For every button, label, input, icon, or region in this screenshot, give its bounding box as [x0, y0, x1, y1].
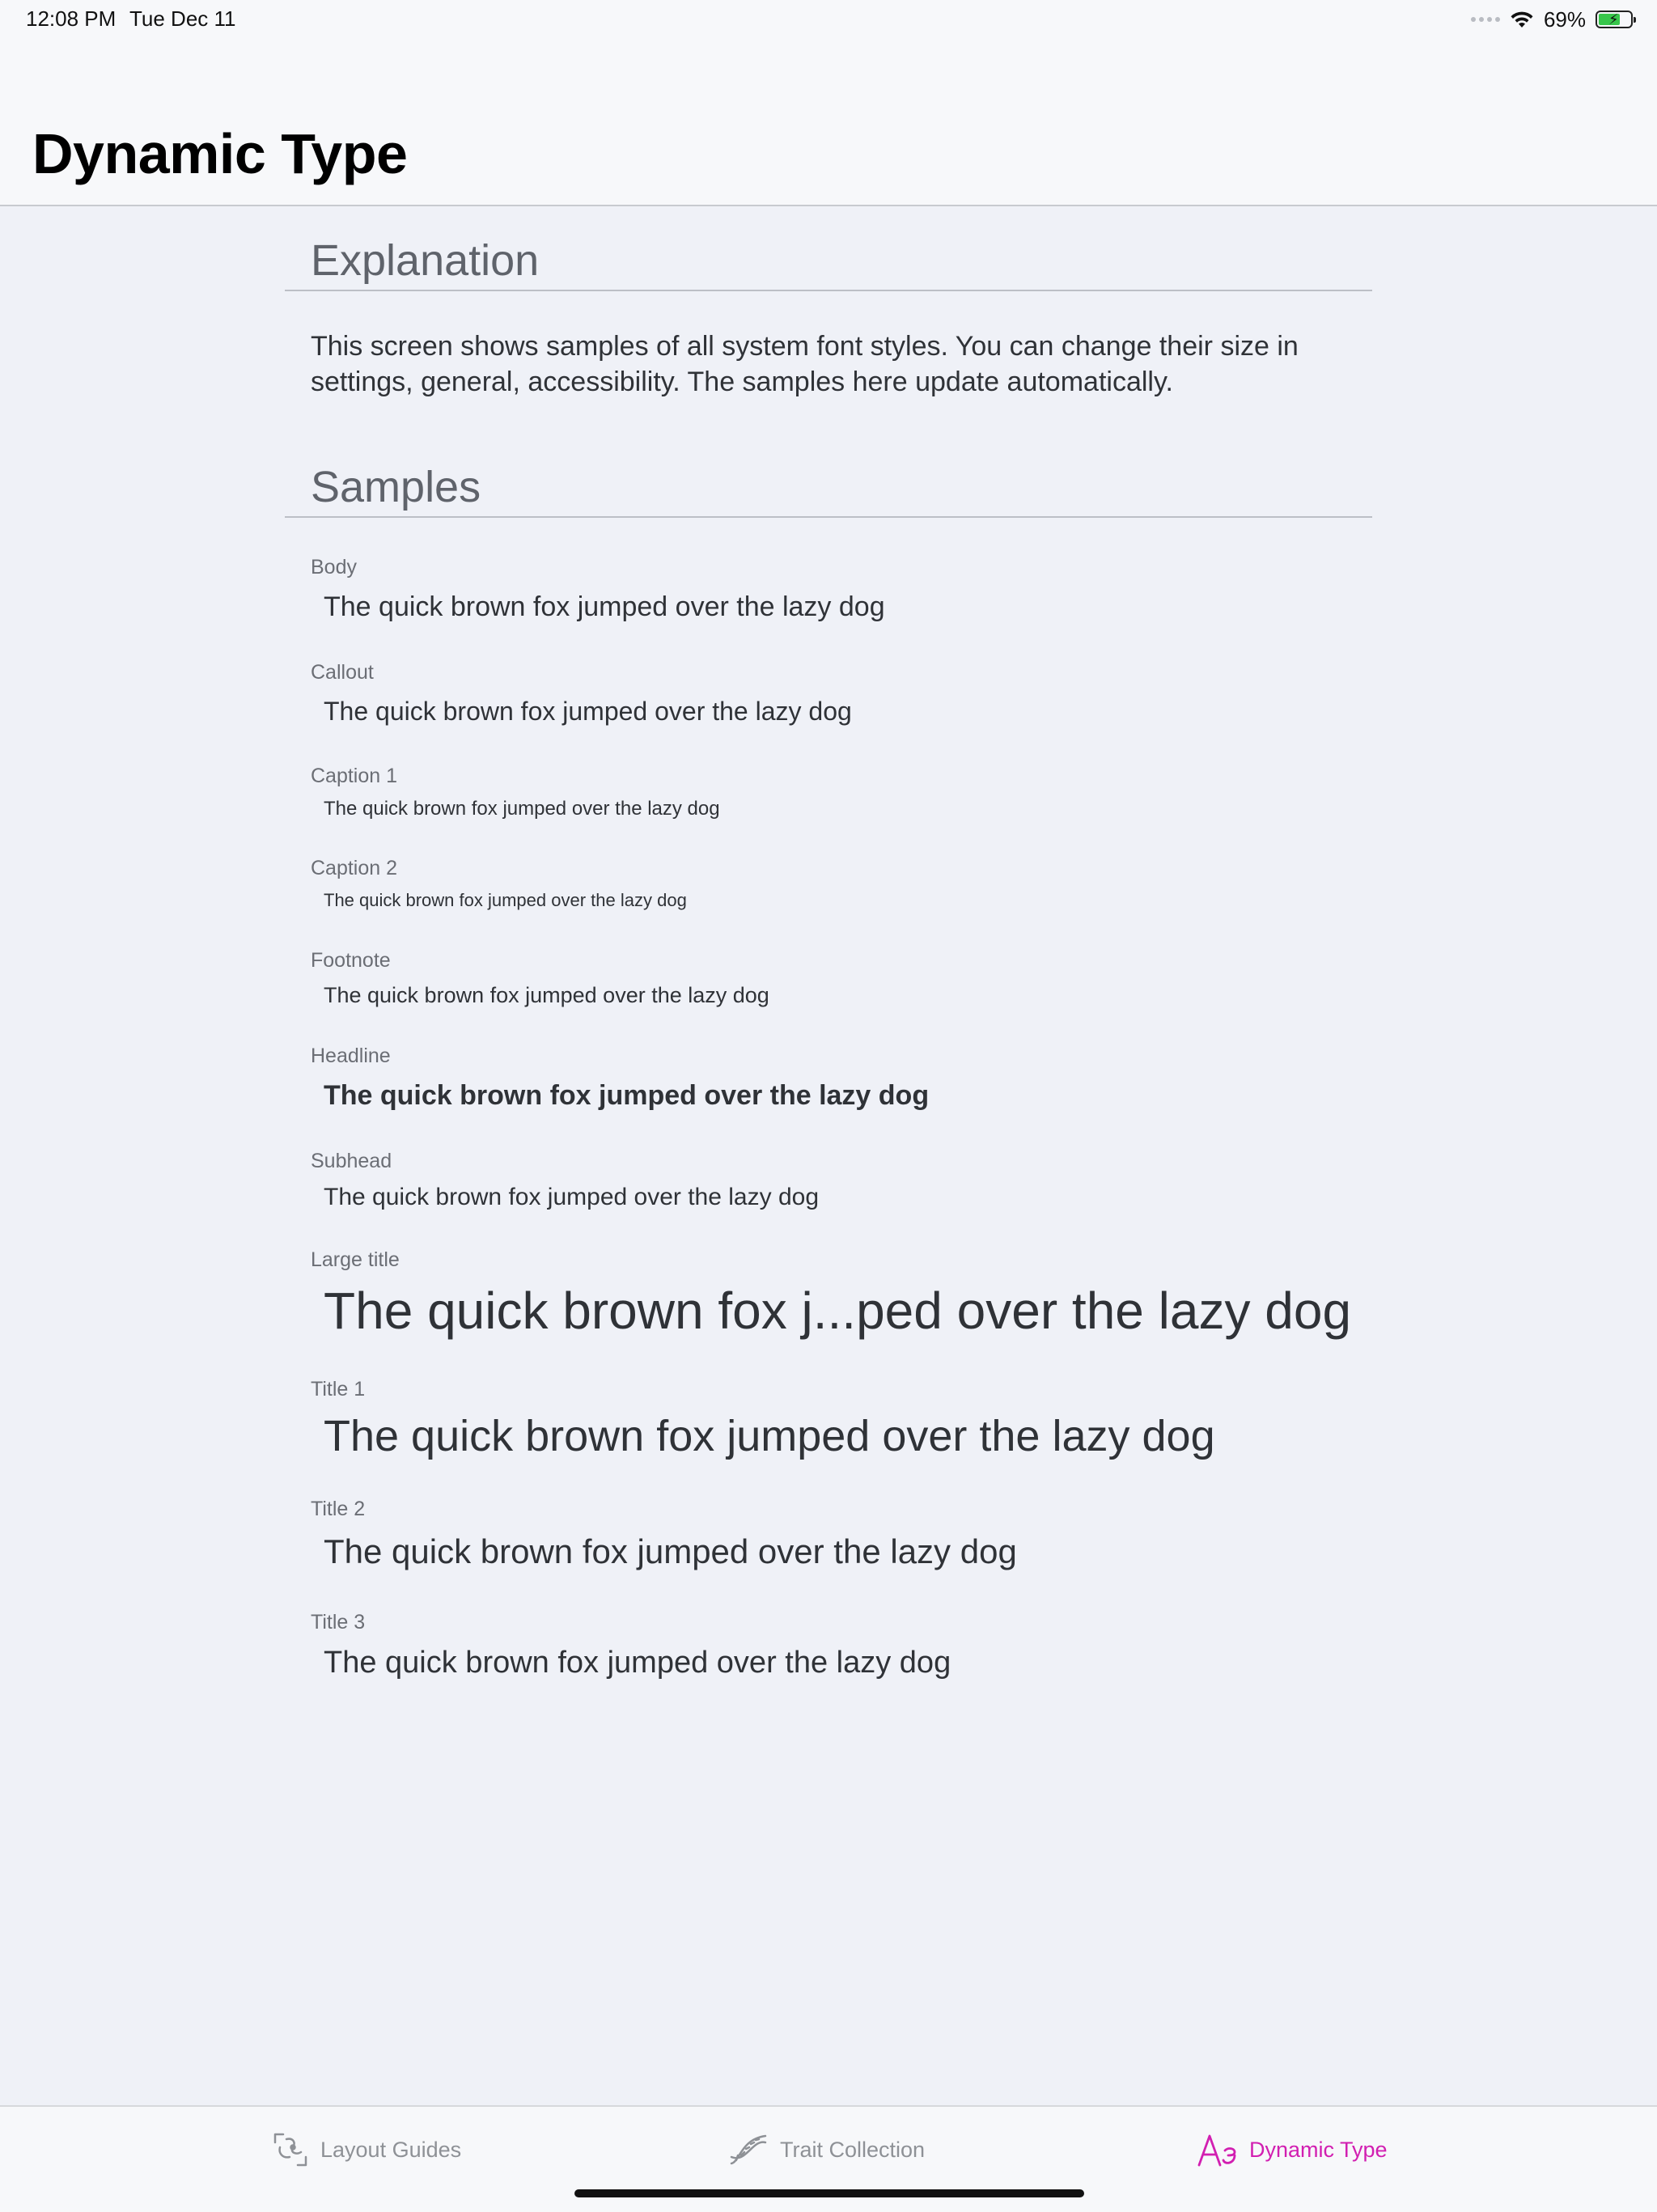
battery-icon: ⚡	[1596, 11, 1636, 28]
sample-text: The quick brown fox jumped over the lazy…	[324, 1080, 930, 1111]
text-size-icon	[1197, 2131, 1238, 2168]
explanation-text: This screen shows samples of all system …	[311, 331, 1299, 397]
tab-layout-guides[interactable]: Layout Guides	[272, 2131, 461, 2168]
samples-header: Samples	[285, 447, 1372, 518]
sample-label: Body	[311, 556, 357, 578]
tab-trait-collection[interactable]: Trait Collection	[728, 2131, 925, 2168]
dna-icon	[728, 2131, 769, 2168]
tab-label: Dynamic Type	[1249, 2137, 1388, 2162]
sample-label: Large title	[311, 1248, 400, 1271]
sample-body: Body The quick brown fox jumped over the…	[311, 555, 1372, 625]
sample-text: The quick brown fox jumped over the lazy…	[324, 1412, 1215, 1460]
sample-caption-1: Caption 1 The quick brown fox jumped ove…	[311, 764, 1372, 822]
page-title: Dynamic Type	[32, 122, 408, 185]
status-indicators: 69% ⚡	[1470, 5, 1636, 34]
sample-text: The quick brown fox jumped over the lazy…	[324, 890, 687, 910]
sample-text: The quick brown fox jumped over the lazy…	[324, 798, 720, 820]
sample-title-2: Title 2 The quick brown fox jumped over …	[311, 1497, 1372, 1574]
sample-text: The quick brown fox jumped over the lazy…	[324, 591, 885, 622]
sample-label: Title 3	[311, 1611, 366, 1634]
home-indicator	[574, 2189, 1084, 2197]
sample-subhead: Subhead The quick brown fox jumped over …	[311, 1149, 1372, 1214]
charging-bolt-icon: ⚡	[1608, 11, 1619, 28]
samples-heading: Samples	[311, 463, 481, 511]
sample-title-3: Title 3 The quick brown fox jumped over …	[311, 1610, 1372, 1683]
sample-label: Headline	[311, 1045, 391, 1067]
cellular-signal-icon	[1470, 17, 1500, 22]
sample-label: Title 2	[311, 1498, 366, 1520]
sample-label: Callout	[311, 661, 374, 684]
sample-footnote: Footnote The quick brown fox jumped over…	[311, 948, 1372, 1010]
sample-label: Caption 1	[311, 765, 398, 787]
sample-headline: Headline The quick brown fox jumped over…	[311, 1044, 1372, 1113]
sample-text: The quick brown fox j...ped over the laz…	[324, 1282, 1352, 1340]
sample-text: The quick brown fox jumped over the lazy…	[324, 1646, 951, 1680]
content-area: Explanation This screen shows samples of…	[285, 206, 1372, 1683]
status-time: 12:08 PM	[26, 6, 117, 31]
explanation-header: Explanation	[285, 206, 1372, 291]
samples-list: Body The quick brown fox jumped over the…	[285, 555, 1372, 1683]
status-date: Tue Dec 11	[129, 6, 236, 31]
sample-callout: Callout The quick brown fox jumped over …	[311, 660, 1372, 728]
battery-percent: 69%	[1543, 6, 1586, 32]
tab-label: Layout Guides	[320, 2137, 462, 2162]
sample-label: Title 1	[311, 1378, 366, 1401]
tab-dynamic-type[interactable]: Dynamic Type	[1197, 2131, 1388, 2168]
sample-label: Footnote	[311, 949, 391, 972]
wifi-icon	[1511, 11, 1533, 28]
sample-text: The quick brown fox jumped over the lazy…	[324, 983, 769, 1007]
sample-text: The quick brown fox jumped over the lazy…	[324, 1184, 819, 1210]
sample-large-title: Large title The quick brown fox j...ped …	[311, 1248, 1372, 1345]
sample-label: Caption 2	[311, 857, 398, 879]
status-bar: 12:08 PM Tue Dec 11 69% ⚡	[0, 0, 1657, 40]
sample-text: The quick brown fox jumped over the lazy…	[324, 697, 852, 726]
layout-guides-icon	[272, 2131, 309, 2168]
sample-caption-2: Caption 2 The quick brown fox jumped ove…	[311, 856, 1372, 913]
sample-label: Subhead	[311, 1150, 392, 1172]
tab-label: Trait Collection	[780, 2137, 926, 2162]
explanation-heading: Explanation	[311, 236, 540, 285]
sample-text: The quick brown fox jumped over the lazy…	[324, 1532, 1017, 1570]
sample-title-1: Title 1 The quick brown fox jumped over …	[311, 1377, 1372, 1464]
